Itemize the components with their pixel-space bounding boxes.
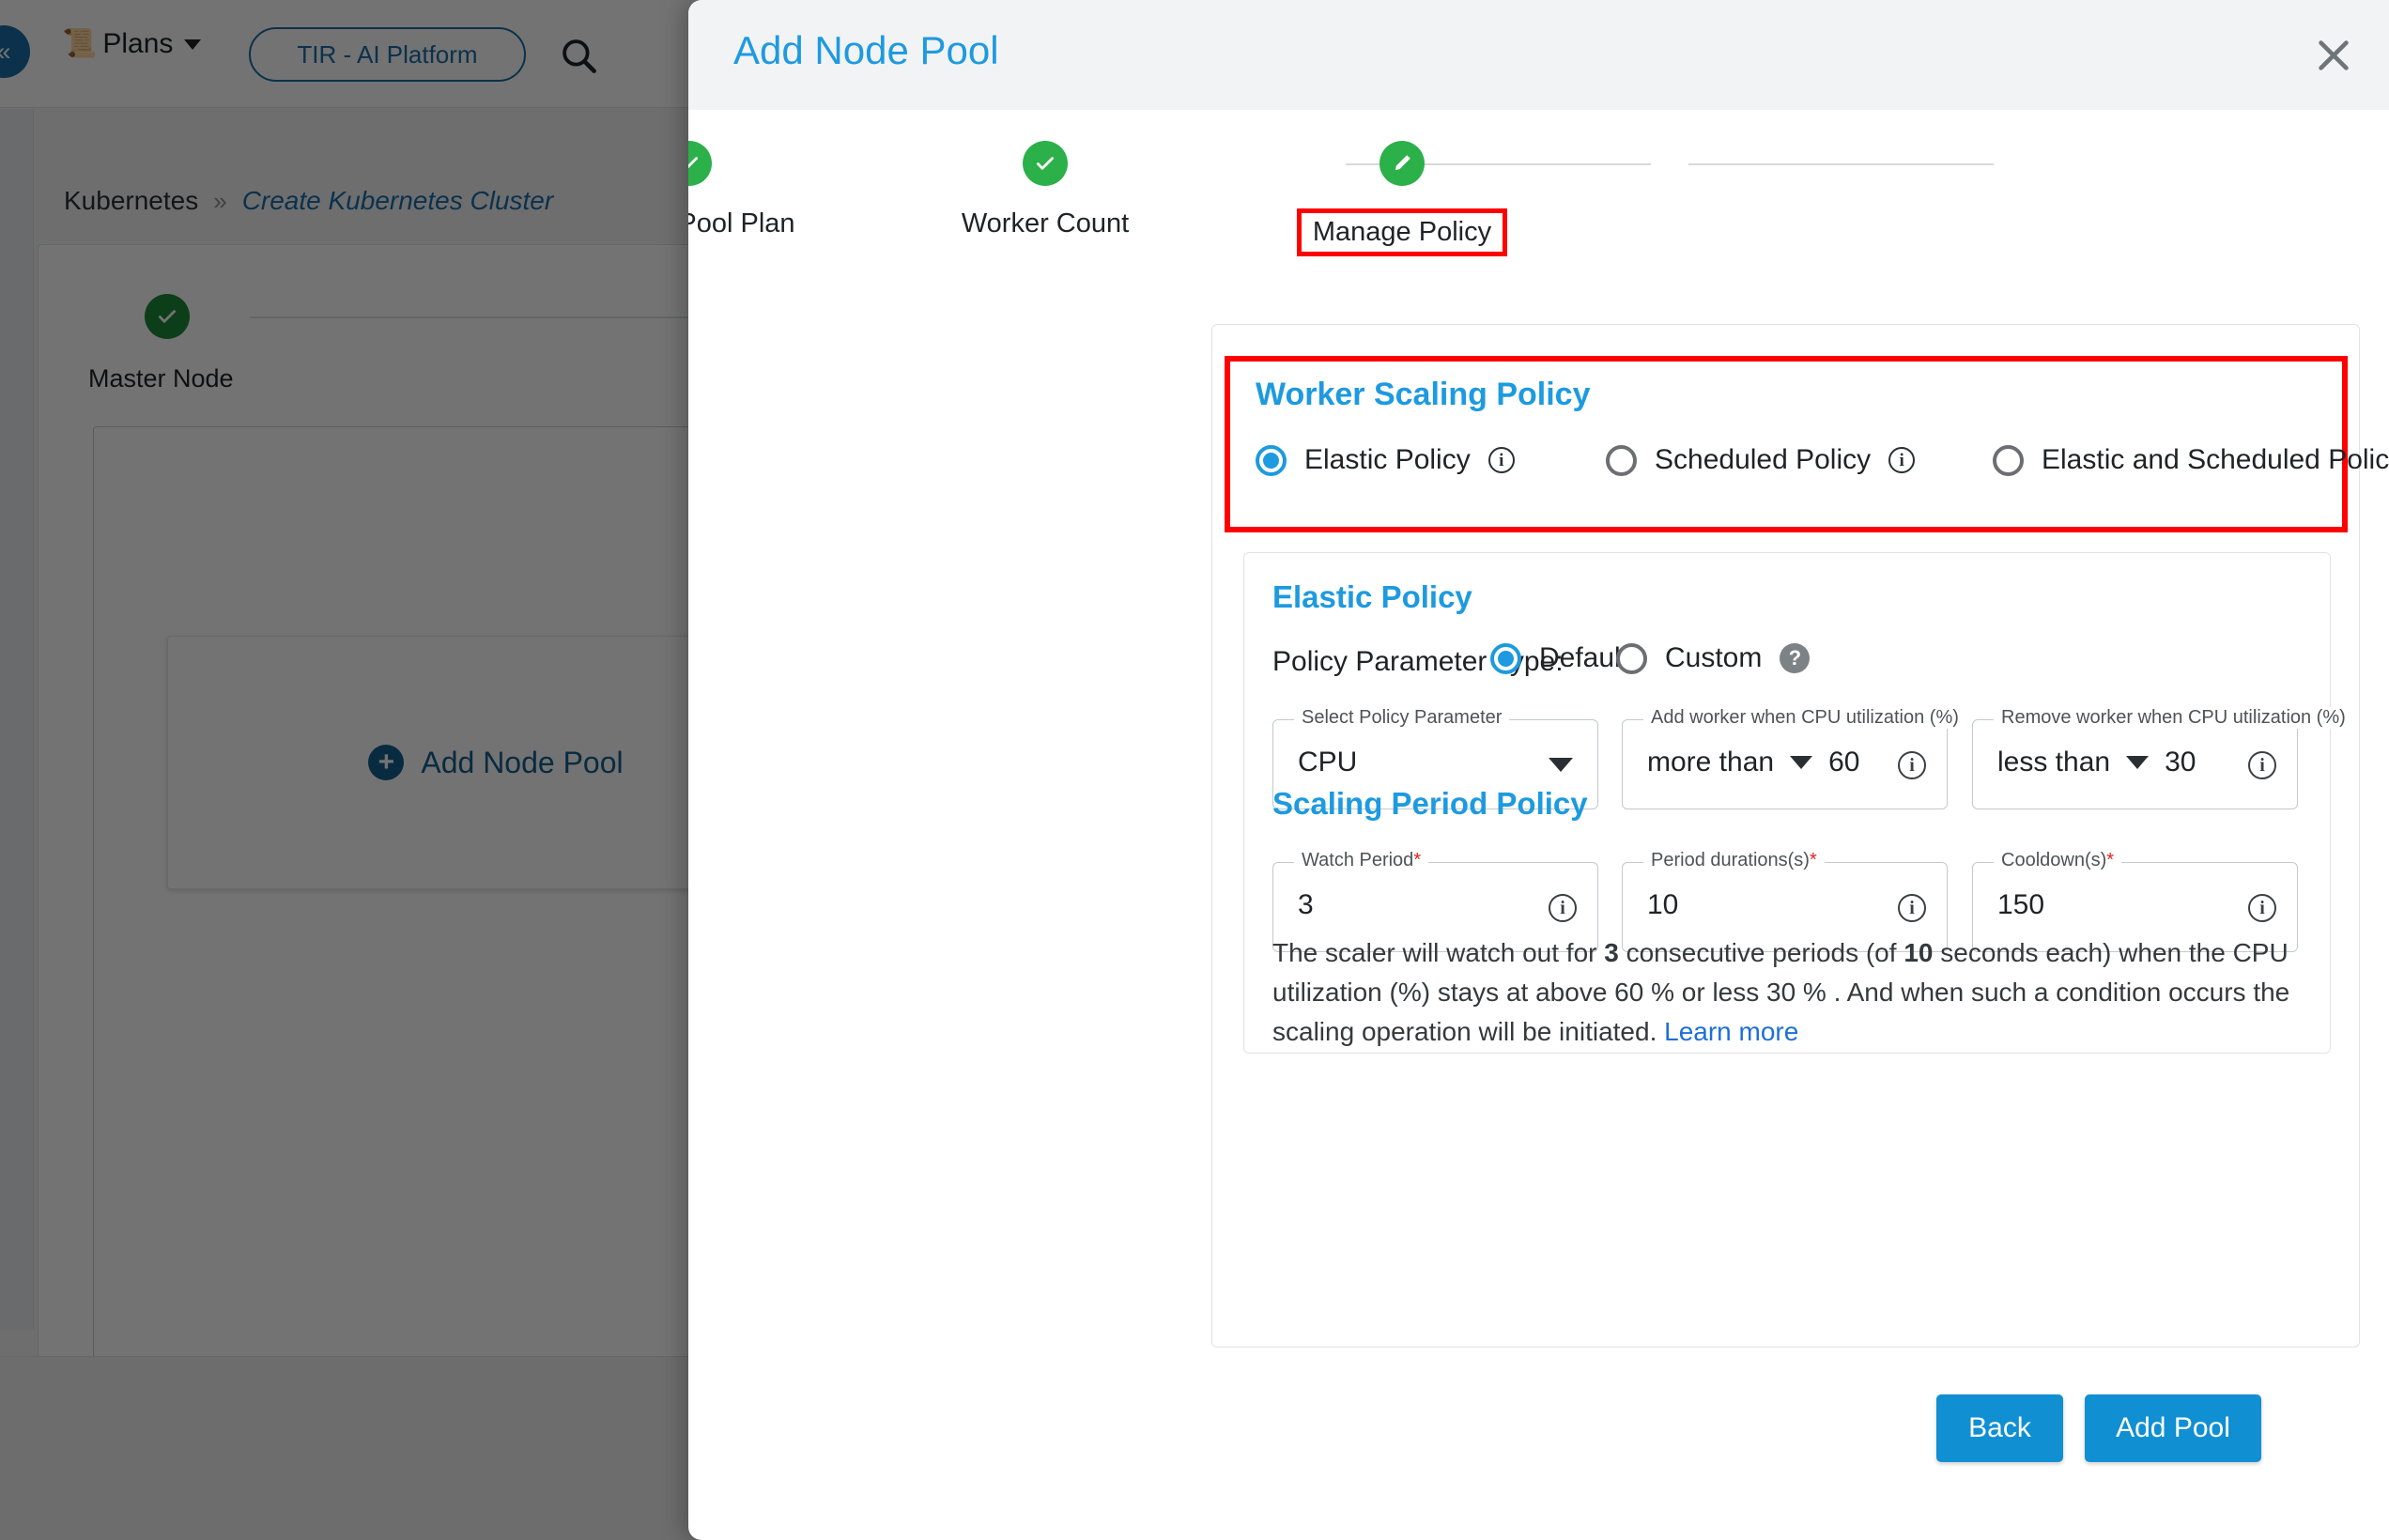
required-asterisk: *	[2106, 850, 2115, 870]
info-icon-wrap[interactable]: i	[2248, 751, 2276, 779]
required-asterisk: *	[1809, 850, 1817, 870]
add-node-pool-modal: Add Node Pool Worker Pool Plan Worker Co…	[688, 0, 2389, 1540]
step-label: Worker Count	[961, 208, 1130, 239]
back-button[interactable]: Back	[1936, 1394, 2063, 1462]
info-icon[interactable]: i	[1898, 751, 1926, 779]
field-legend-text: Cooldown(s)	[2001, 850, 2107, 870]
info-icon[interactable]: i	[2248, 894, 2276, 922]
worker-scaling-policy-options: Elastic Policy i Scheduled Policy i Elas…	[1230, 444, 2389, 500]
period-duration-value[interactable]: 10	[1647, 889, 1678, 921]
desc-part1: The scaler will watch out for	[1272, 938, 1605, 967]
close-icon[interactable]	[2312, 34, 2355, 77]
worker-scaling-policy-title: Worker Scaling Policy	[1256, 377, 1591, 412]
elastic-policy-panel: Elastic Policy Policy Parameter Type: De…	[1243, 552, 2353, 1054]
radio-indicator[interactable]	[1616, 642, 1647, 674]
check-icon	[1023, 141, 1068, 186]
info-icon-wrap[interactable]: i	[1898, 751, 1926, 779]
info-icon-wrap[interactable]: i	[1549, 894, 1577, 922]
elastic-policy-title: Elastic Policy	[1272, 579, 1472, 614]
radio-elastic-policy[interactable]: Elastic Policy i	[1256, 444, 1515, 476]
watch-period-value[interactable]: 3	[1298, 889, 1314, 921]
radio-label: Scheduled Policy	[1655, 444, 1872, 475]
desc-part2: consecutive periods (of	[1618, 938, 1904, 967]
chevron-down-icon[interactable]	[1549, 758, 1573, 772]
required-asterisk: *	[1413, 850, 1422, 870]
radio-indicator[interactable]	[1256, 444, 1287, 476]
wizard-stepper: Worker Pool Plan Worker Count Manage Pol…	[688, 141, 2389, 268]
desc-periods: 3	[1604, 938, 1619, 967]
field-legend: Cooldown(s)*	[1994, 850, 2122, 871]
add-worker-threshold-field[interactable]: Add worker when CPU utilization (%) more…	[1622, 707, 1966, 809]
step-worker-pool-plan[interactable]: Worker Pool Plan	[688, 141, 840, 239]
remove-worker-operator[interactable]: less than	[1997, 747, 2110, 778]
radio-scheduled-policy[interactable]: Scheduled Policy i	[1606, 444, 1916, 476]
radio-indicator[interactable]	[1606, 444, 1637, 476]
field-legend: Select Policy Parameter	[1294, 707, 1510, 729]
step-label: Worker Pool Plan	[688, 208, 795, 239]
scaling-period-policy-title: Scaling Period Policy	[1272, 786, 1588, 821]
field-legend-text: Watch Period	[1302, 850, 1414, 870]
radio-label: Default	[1539, 642, 1629, 673]
worker-scaling-policy-section: Worker Scaling Policy Elastic Policy i S…	[1225, 356, 2389, 532]
chevron-down-icon[interactable]	[2126, 756, 2150, 769]
policy-content-card: Worker Scaling Policy Elastic Policy i S…	[1211, 324, 2389, 1348]
remove-worker-threshold-field[interactable]: Remove worker when CPU utilization (%) l…	[1972, 707, 2353, 809]
info-icon-wrap[interactable]: i	[1898, 894, 1926, 922]
field-legend: Remove worker when CPU utilization (%)	[1994, 707, 2353, 729]
info-icon[interactable]: i	[1888, 447, 1916, 473]
field-legend-text: Period durations(s)	[1651, 850, 1810, 870]
radio-indicator[interactable]	[1993, 444, 2024, 476]
scaling-description: The scaler will watch out for 3 consecut…	[1272, 933, 2305, 1052]
modal-title: Add Node Pool	[733, 28, 999, 72]
step-connector-2	[1688, 163, 1994, 165]
add-pool-button-label: Add Pool	[2116, 1412, 2230, 1443]
back-button-label: Back	[1968, 1412, 2031, 1443]
select-policy-parameter-value: CPU	[1298, 747, 1358, 778]
help-icon[interactable]: ?	[1780, 643, 1811, 673]
field-legend: Watch Period*	[1294, 850, 1429, 871]
step-worker-count[interactable]: Worker Count	[895, 141, 1195, 239]
modal-footer: Back Add Pool	[688, 1348, 2389, 1540]
radio-parameter-type-custom[interactable]: Custom ?	[1616, 642, 1811, 674]
remove-worker-value[interactable]: 30	[2165, 747, 2196, 778]
step-label: Manage Policy	[1296, 208, 1508, 256]
info-icon-wrap[interactable]: i	[2248, 894, 2276, 922]
info-icon[interactable]: i	[1487, 447, 1515, 473]
add-pool-button[interactable]: Add Pool	[2085, 1394, 2261, 1462]
learn-more-link[interactable]: Learn more	[1664, 1017, 1798, 1046]
modal-header: Add Node Pool	[688, 0, 2389, 110]
desc-duration: 10	[1903, 938, 1934, 967]
pencil-icon	[1379, 141, 1425, 186]
radio-label: Elastic Policy	[1304, 444, 1471, 475]
radio-indicator[interactable]	[1490, 642, 1521, 674]
radio-elastic-and-scheduled-policy[interactable]: Elastic and Scheduled Policy i	[1993, 444, 2389, 476]
info-icon[interactable]: i	[1549, 894, 1577, 922]
info-icon[interactable]: i	[2248, 751, 2276, 779]
radio-label: Custom	[1665, 642, 1763, 673]
chevron-down-icon[interactable]	[1790, 756, 1813, 769]
check-icon	[688, 141, 712, 186]
step-manage-policy[interactable]: Manage Policy	[1252, 141, 1552, 256]
info-icon[interactable]: i	[1898, 894, 1926, 922]
add-worker-value[interactable]: 60	[1828, 747, 1859, 778]
add-worker-operator[interactable]: more than	[1647, 747, 1774, 778]
radio-parameter-type-default[interactable]: Default	[1490, 642, 1628, 674]
field-legend: Period durations(s)*	[1643, 850, 1825, 871]
radio-label: Elastic and Scheduled Policy	[2042, 444, 2389, 475]
modal-dim-overlay[interactable]	[0, 0, 714, 1540]
field-legend: Add worker when CPU utilization (%)	[1643, 707, 1966, 729]
cooldown-value[interactable]: 150	[1997, 889, 2044, 921]
